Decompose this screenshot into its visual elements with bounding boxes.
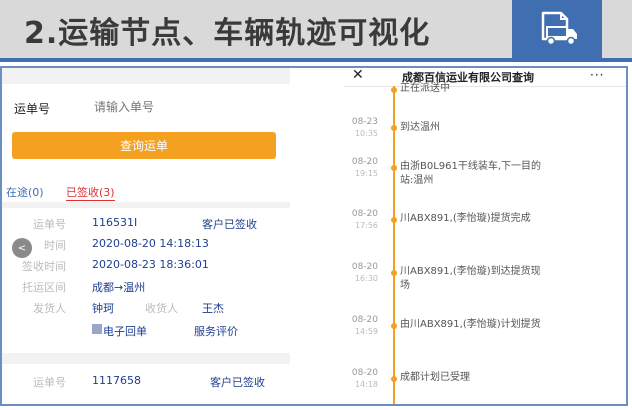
event-text: 川ABX891,(李怡璇)提货完成 — [400, 213, 531, 224]
event-date: 08-20 — [351, 315, 378, 325]
waybill-no: 1117658 — [92, 374, 141, 387]
sender-label: 发货人 — [33, 302, 66, 315]
banner-divider — [0, 58, 632, 62]
event-date: 08-20 — [351, 157, 378, 167]
event-date: 08-20 — [351, 262, 378, 272]
receipt-icon — [92, 324, 102, 334]
e-receipt-link[interactable]: 电子回单 — [103, 323, 147, 339]
timeline-dot — [391, 165, 397, 171]
waybill-card[interactable]: 运单号 1117658 客户已签收 — [2, 364, 290, 404]
waybill-label: 运单号 — [14, 102, 51, 116]
tab-signed[interactable]: 已签收(3) — [66, 184, 115, 201]
timeline-dot — [391, 270, 397, 276]
receiver: 王杰 — [202, 302, 224, 315]
tracking-panel: ✕ 成都百信运业有限公司查询 ··· 正在派送中 08-23 10:35 到达温… — [344, 68, 626, 404]
timeline-dot — [391, 87, 397, 93]
waybill-no-label: 运单号 — [33, 376, 66, 389]
event-time: 19:15 — [354, 169, 378, 178]
search-card: 运单号 查询运单 在途(0) 已签收(3) — [2, 84, 290, 202]
event-text: 正在派送中 — [400, 83, 450, 94]
event-time: 16:30 — [354, 274, 378, 283]
query-waybill-button[interactable]: 查询运单 — [12, 132, 276, 159]
timeline-dot — [391, 323, 397, 329]
waybill-row: 运单号 1117658 客户已签收 — [2, 374, 290, 392]
event-text: 由川ABX891,(李怡璇)计划提货 — [400, 319, 541, 330]
title-banner: 2.运输节点、车辆轨迹可视化 — [0, 0, 632, 62]
event-date: 08-20 — [351, 368, 378, 378]
timeline-dot — [391, 125, 397, 131]
sender: 钟珂 — [92, 302, 114, 315]
timeline-line — [393, 86, 395, 404]
back-icon[interactable]: < — [12, 238, 32, 258]
screenshot-frame: 运单号 查询运单 在途(0) 已签收(3) 运单号 116531I 客户已签收 … — [0, 66, 628, 406]
event-time: 14:18 — [354, 380, 378, 389]
event-time: 17:56 — [354, 221, 378, 230]
waybill-no: 116531I — [92, 216, 138, 229]
banner-title: 2.运输节点、车辆轨迹可视化 — [24, 16, 431, 51]
waybill-row: 运单号 116531I 客户已签收 — [2, 216, 290, 234]
event-text: 川ABX891,(李怡璇)到达提货现场 — [400, 266, 541, 291]
event-time: 14:59 — [354, 327, 378, 336]
ship-time-row: 时间 2020-08-20 14:18:13 — [2, 237, 290, 255]
event-date: 08-23 — [351, 117, 378, 127]
waybill-no-label: 运单号 — [33, 218, 66, 231]
tab-in-transit[interactable]: 在途(0) — [6, 184, 44, 200]
status-badge: 客户已签收 — [210, 376, 265, 389]
sign-time-label: 签收时间 — [22, 260, 66, 273]
actions-row: 电子回单 服务评价 — [2, 323, 290, 341]
more-icon[interactable]: ··· — [590, 68, 604, 82]
event-date: 08-20 — [351, 209, 378, 219]
waybill-card[interactable]: 运单号 116531I 客户已签收 时间 2020-08-20 14:18:13… — [2, 208, 290, 353]
ship-time: 2020-08-20 14:18:13 — [92, 237, 209, 250]
timeline-dot — [391, 217, 397, 223]
parties-row: 发货人 钟珂 收货人 王杰 — [2, 300, 290, 318]
sign-time: 2020-08-23 18:36:01 — [92, 258, 209, 271]
waybill-input[interactable] — [94, 100, 274, 114]
truck-document-icon — [512, 0, 602, 58]
sign-time-row: 签收时间 2020-08-23 18:36:01 — [2, 258, 290, 276]
event-text: 到达温州 — [400, 122, 440, 133]
event-text: 成都计划已受理 — [400, 372, 470, 383]
service-review-link[interactable]: 服务评价 — [194, 323, 238, 339]
status-badge: 客户已签收 — [202, 218, 257, 231]
event-time: 10:35 — [354, 129, 378, 138]
receiver-label: 收货人 — [145, 302, 178, 315]
status-tabs: 在途(0) 已签收(3) — [2, 182, 290, 202]
waybill-query-panel: 运单号 查询运单 在途(0) 已签收(3) 运单号 116531I 客户已签收 … — [2, 68, 290, 404]
close-icon[interactable]: ✕ — [352, 68, 364, 82]
timeline-dot — [391, 376, 397, 382]
event-text: 由浙B0L961干线装车,下一目的站:温州 — [400, 161, 542, 186]
route: 成都→温州 — [92, 281, 146, 294]
route-row: 托运区间 成都→温州 — [2, 279, 290, 297]
route-label: 托运区间 — [22, 281, 66, 294]
